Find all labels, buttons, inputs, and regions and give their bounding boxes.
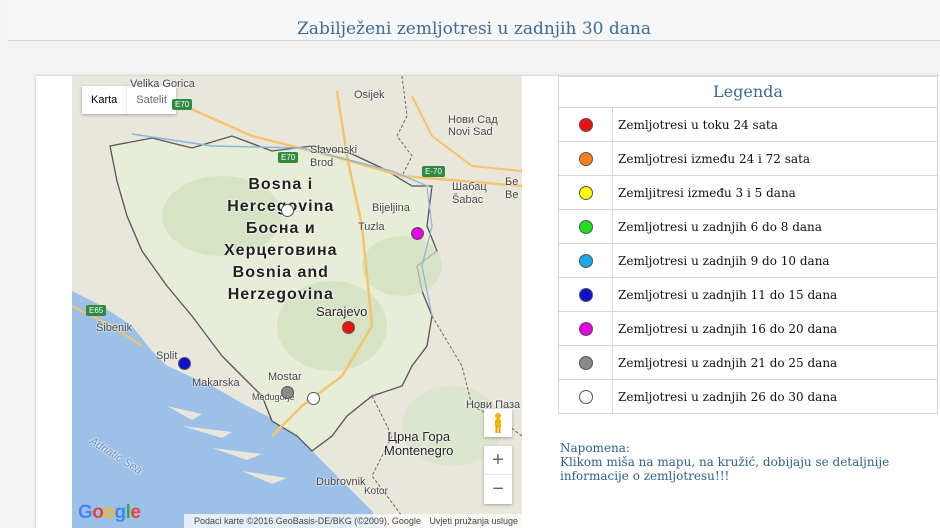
place-velika-gorica: Velika Gorica: [130, 78, 195, 90]
place-slavonski-brod: Slavonski Brod: [310, 144, 358, 169]
legend: Legenda Zemljotresi u toku 24 sata Zemljo…: [558, 76, 938, 414]
legend-row: Zemljotresi u zadnjih 26 do 30 dana: [558, 379, 938, 414]
legend-row: Zemljotresi u zadnjih 16 do 20 dana: [558, 311, 938, 346]
place-makarska: Makarska: [192, 377, 240, 389]
page-title: Zabilježeni zemljotresi u zadnjih 30 dan…: [297, 19, 651, 39]
country-label: Bosna i Hercegovina Босна и Херцеговина …: [224, 176, 338, 303]
place-kotor: Kotor: [364, 486, 388, 497]
place-bijeljina: Bijeljina: [372, 202, 410, 214]
zoom-in-button[interactable]: +: [484, 446, 512, 474]
place-montenegro: Црна Гора Montenegro: [384, 429, 454, 458]
legend-row: Zemljotresi u zadnjih 11 do 15 dana: [558, 277, 938, 312]
map-attribution: Podaci karte ©2016 GeoBasis-DE/BKG (©200…: [184, 514, 522, 528]
place-shabac: Шабац Šabac: [452, 181, 487, 206]
earthquake-map[interactable]: Karta Satelit E70 E70 E-70 E65 Velika Go…: [72, 76, 522, 528]
road-e70: E70: [278, 152, 299, 163]
google-logo[interactable]: Google: [78, 502, 141, 524]
legend-row: Zemljitresi između 3 i 5 dana: [558, 175, 938, 210]
terms-link[interactable]: Uvjeti pružanja usluge: [429, 516, 518, 526]
place-dubrovnik: Dubrovnik: [316, 476, 366, 488]
place-bel: Бе Be: [505, 176, 519, 201]
page-header: Zabilježeni zemljotresi u zadnjih 30 dan…: [8, 0, 940, 41]
zoom-out-button[interactable]: −: [484, 475, 512, 503]
legend-swatch: [578, 185, 593, 200]
legend-title: Legenda: [558, 76, 938, 107]
map-data-attribution: Podaci karte ©2016 GeoBasis-DE/BKG (©200…: [194, 516, 421, 526]
legend-swatch: [578, 253, 593, 268]
street-view-pegman[interactable]: [484, 409, 512, 437]
legend-swatch: [578, 355, 593, 370]
legend-label: Zemljotresi u zadnjih 11 do 15 dana: [612, 277, 938, 312]
place-novi-sad: Novi Sad: [448, 126, 493, 138]
place-split: Split: [156, 350, 178, 362]
legend-swatch: [578, 219, 593, 234]
legend-label: Zemljotresi u zadnjih 6 do 8 dana: [612, 209, 938, 244]
road-e65: E65: [86, 305, 107, 316]
legend-label: Zemljotresi u zadnjih 21 do 25 dana: [612, 345, 938, 380]
road-e70-top: E70: [172, 99, 193, 110]
place-sarajevo: Sarajevo: [316, 304, 368, 319]
legend-swatch: [578, 389, 593, 404]
note-heading: Napomena:: [560, 441, 630, 455]
pegman-icon: [495, 413, 501, 433]
legend-row: Zemljotresi u zadnjih 9 do 10 dana: [558, 243, 938, 278]
legend-label: Zemljotresi u zadnjih 16 do 20 dana: [612, 311, 938, 346]
map-type-control[interactable]: Karta Satelit: [82, 86, 176, 114]
earthquake-marker-blue[interactable]: [177, 356, 191, 370]
place-tuzla: Tuzla: [358, 221, 385, 233]
legend-label: Zemljotresi u zadnjih 9 do 10 dana: [612, 243, 938, 278]
place-novi-sad-cyr: Нови Сад: [448, 114, 498, 126]
legend-label: Zemljotresi u zadnjih 26 do 30 dana: [612, 379, 938, 414]
legend-label: Zemljotresi između 24 i 72 sata: [612, 141, 938, 176]
place-sibenik: Šibenik: [96, 322, 133, 334]
map-type-map-button[interactable]: Karta: [82, 86, 126, 114]
legend-swatch: [578, 117, 593, 132]
road-e70-east: E-70: [422, 166, 445, 177]
place-mostar: Mostar: [268, 371, 302, 383]
legend-swatch: [578, 151, 593, 166]
legend-row: Zemljotresi u toku 24 sata: [558, 107, 938, 142]
legend-table: Zemljotresi u toku 24 sata Zemljotresi iz…: [558, 107, 938, 414]
legend-swatch: [578, 321, 593, 336]
legend-label: Zemljitresi između 3 i 5 dana: [612, 175, 938, 210]
place-osijek: Osijek: [354, 89, 385, 101]
map-type-satellite-button[interactable]: Satelit: [126, 86, 176, 114]
note-text: Klikom miša na mapu, na kružić, dobijaju…: [560, 455, 890, 483]
legend-swatch: [578, 287, 593, 302]
legend-row: Zemljotresi između 24 i 72 sata: [558, 141, 938, 176]
legend-row: Zemljotresi u zadnjih 6 do 8 dana: [558, 209, 938, 244]
note: Napomena: Klikom miša na mapu, na kružić…: [560, 441, 940, 483]
legend-label: Zemljotresi u toku 24 sata: [612, 107, 938, 142]
zoom-control: + −: [484, 446, 512, 504]
legend-row: Zemljotresi u zadnjih 21 do 25 dana: [558, 345, 938, 380]
